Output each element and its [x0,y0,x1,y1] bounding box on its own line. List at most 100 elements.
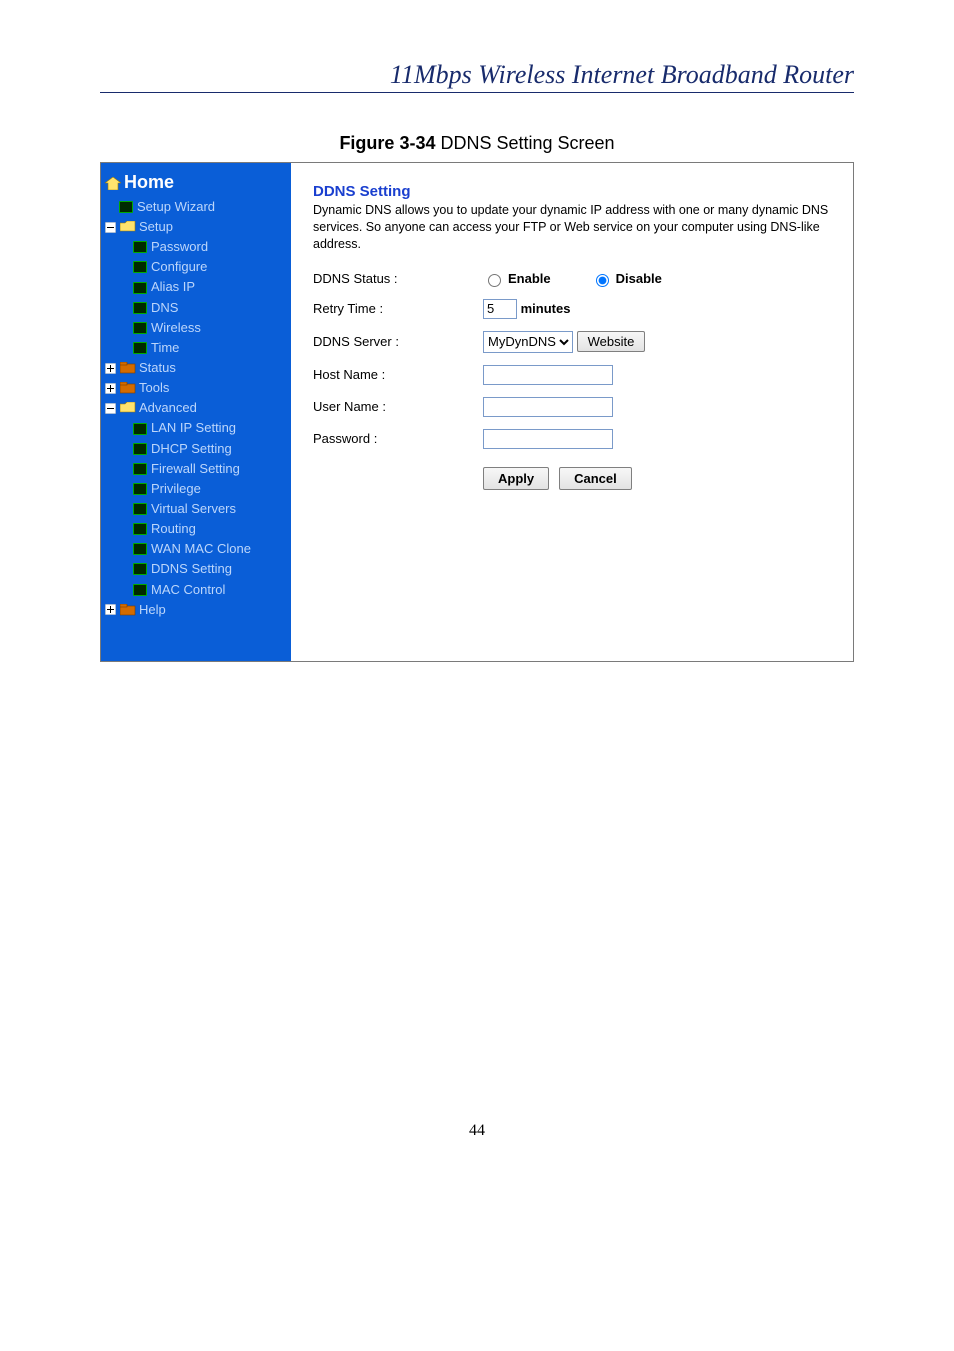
nav-firewall[interactable]: Firewall Setting [133,459,287,479]
nav-label: DDNS Setting [151,559,232,579]
nav-password[interactable]: Password [133,237,287,257]
nav-alias-ip[interactable]: Alias IP [133,277,287,297]
document-title: 11Mbps Wireless Internet Broadband Route… [100,60,854,93]
password-input[interactable] [483,429,613,449]
nav-routing[interactable]: Routing [133,519,287,539]
folder-open-icon [120,221,135,233]
nav-setup-wizard[interactable]: Setup Wizard [119,197,287,217]
nav-setup[interactable]: Setup [105,217,287,237]
label-retry: Retry Time : [313,301,483,316]
label-minutes: minutes [521,301,571,316]
nav-label: Wireless [151,318,201,338]
nav-lan-ip[interactable]: LAN IP Setting [133,418,287,438]
nav-label: Status [139,358,176,378]
content-panel: DDNS Setting Dynamic DNS allows you to u… [291,163,853,661]
nav-wireless[interactable]: Wireless [133,318,287,338]
row-ddns-server: DDNS Server : MyDynDNS Website [313,331,831,353]
page-icon [133,523,147,535]
apply-button[interactable]: Apply [483,467,549,490]
nav-label: WAN MAC Clone [151,539,251,559]
nav-label: Help [139,600,166,620]
cancel-button[interactable]: Cancel [559,467,632,490]
nav-configure[interactable]: Configure [133,257,287,277]
website-button[interactable]: Website [577,331,646,352]
nav-label: MAC Control [151,580,225,600]
plus-icon [105,604,116,615]
page-icon [133,584,147,596]
nav-status[interactable]: Status [105,358,287,378]
radio-enable-label: Enable [508,271,551,286]
label-server: DDNS Server : [313,334,483,349]
nav-label: Alias IP [151,277,195,297]
radio-enable[interactable]: Enable [483,271,551,287]
page-icon [133,563,147,575]
radio-disable-label: Disable [616,271,662,286]
nav-tools[interactable]: Tools [105,378,287,398]
nav-label: Privilege [151,479,201,499]
label-password: Password : [313,431,483,446]
retry-input[interactable] [483,299,517,319]
nav-privilege[interactable]: Privilege [133,479,287,499]
minus-icon [105,222,116,233]
nav-dhcp[interactable]: DHCP Setting [133,439,287,459]
figure-caption: Figure 3-34 DDNS Setting Screen [100,133,854,154]
nav-time[interactable]: Time [133,338,287,358]
nav-label: Password [151,237,208,257]
radio-enable-input[interactable] [488,274,501,287]
minus-icon [105,403,116,414]
nav-ddns[interactable]: DDNS Setting [133,559,287,579]
nav-home-label: Home [124,169,174,197]
figure-number: Figure 3-34 [339,133,435,153]
radio-disable[interactable]: Disable [591,271,662,287]
page-icon [133,322,147,334]
nav-label: Tools [139,378,169,398]
nav-mac-control[interactable]: MAC Control [133,580,287,600]
button-row: Apply Cancel [483,467,831,490]
nav-dns[interactable]: DNS [133,298,287,318]
nav-sidebar: Home Setup Wizard Setup Password Configu… [101,163,291,661]
nav-label: Advanced [139,398,197,418]
screenshot-frame: Home Setup Wizard Setup Password Configu… [100,162,854,662]
nav-label: Configure [151,257,207,277]
plus-icon [105,363,116,374]
page-number: 44 [100,1122,854,1140]
nav-help[interactable]: Help [105,600,287,620]
radio-disable-input[interactable] [596,274,609,287]
nav-label: Virtual Servers [151,499,236,519]
page-icon [119,201,133,213]
page-icon [133,483,147,495]
folder-open-icon [120,402,135,414]
home-icon [105,177,120,189]
host-input[interactable] [483,365,613,385]
nav-advanced[interactable]: Advanced [105,398,287,418]
page-icon [133,241,147,253]
nav-virtual-servers[interactable]: Virtual Servers [133,499,287,519]
plus-icon [105,383,116,394]
page-icon [133,261,147,273]
folder-icon [120,362,135,374]
folder-icon [120,604,135,616]
nav-label: Time [151,338,179,358]
nav-wan-mac[interactable]: WAN MAC Clone [133,539,287,559]
page-icon [133,423,147,435]
server-select[interactable]: MyDynDNS [483,331,573,353]
nav-label: LAN IP Setting [151,418,236,438]
nav-home[interactable]: Home [105,169,287,197]
user-input[interactable] [483,397,613,417]
folder-icon [120,382,135,394]
label-user: User Name : [313,399,483,414]
content-heading: DDNS Setting [313,183,831,200]
page-icon [133,503,147,515]
row-password: Password : [313,429,831,449]
page-icon [133,342,147,354]
nav-label: DNS [151,298,178,318]
nav-label: Setup [139,217,173,237]
page-icon [133,302,147,314]
label-host: Host Name : [313,367,483,382]
nav-label: Firewall Setting [151,459,240,479]
row-ddns-status: DDNS Status : Enable Disable [313,271,831,287]
nav-label: DHCP Setting [151,439,232,459]
nav-label: Routing [151,519,196,539]
page-icon [133,443,147,455]
nav-label: Setup Wizard [137,197,215,217]
